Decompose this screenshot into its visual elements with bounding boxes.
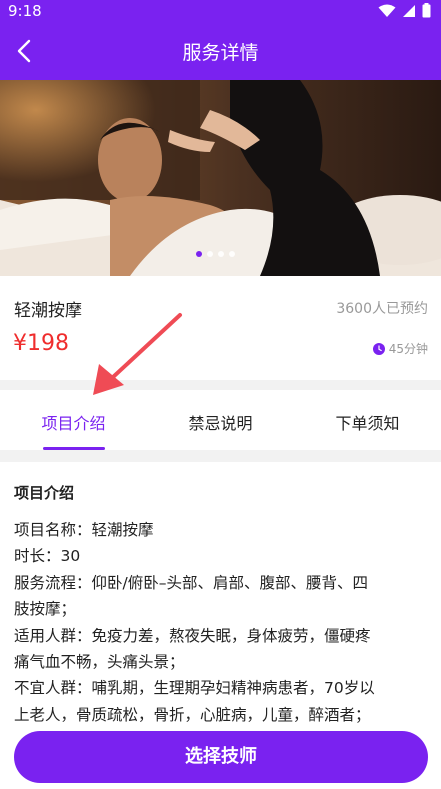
carousel-dot[interactable] bbox=[229, 251, 235, 257]
hero-image bbox=[0, 80, 441, 276]
service-duration: 45分钟 bbox=[372, 340, 428, 357]
carousel-dots bbox=[196, 251, 235, 257]
select-therapist-button[interactable]: 选择技师 bbox=[14, 731, 428, 783]
desc-line: 项目名称：轻潮按摩 bbox=[14, 521, 154, 539]
status-icons bbox=[378, 3, 431, 18]
clock-icon bbox=[372, 342, 385, 355]
wifi-icon bbox=[378, 4, 396, 17]
desc-line: 时长：30 bbox=[14, 547, 81, 566]
desc-line: 服务流程：仰卧/俯卧–头部、肩部、腹部、腰背、四 bbox=[14, 573, 368, 592]
page-title: 服务详情 bbox=[182, 42, 259, 64]
carousel-dot[interactable] bbox=[196, 251, 202, 257]
carousel-dot[interactable] bbox=[207, 251, 213, 257]
desc-line: 不宜人群：哺乳期，生理期孕妇精神病患者，70岁以 bbox=[14, 679, 375, 698]
nav-bar: 服务详情 bbox=[0, 26, 441, 78]
duration-label: 45分钟 bbox=[388, 342, 428, 356]
desc-line: 适用人群：免疫力差，熬夜失眠，身体疲劳，僵硬疼 bbox=[14, 626, 371, 645]
tab-project-intro[interactable]: 项目介绍 bbox=[0, 390, 147, 450]
signal-icon bbox=[403, 4, 415, 17]
hero-carousel[interactable] bbox=[0, 80, 441, 276]
tab-order-notice[interactable]: 下单须知 bbox=[294, 390, 441, 450]
section-title: 项目介绍 bbox=[14, 484, 75, 502]
detail-tabs: 项目介绍 禁忌说明 下单须知 bbox=[0, 390, 441, 450]
status-time: 9:18 bbox=[8, 2, 42, 20]
carousel-dot[interactable] bbox=[218, 251, 224, 257]
service-info-card: 轻潮按摩 3600人已预约 ¥198 45分钟 bbox=[0, 276, 441, 380]
header: 9:18 服务详情 bbox=[0, 0, 441, 80]
service-price: ¥198 bbox=[13, 331, 69, 356]
booked-count: 3600人已预约 bbox=[336, 301, 428, 317]
desc-line: 上老人，骨质疏松，骨折，心脏病，儿童，醉酒者； bbox=[14, 705, 371, 724]
status-bar: 9:18 bbox=[0, 0, 441, 24]
service-name: 轻潮按摩 bbox=[14, 301, 82, 321]
desc-line: 痛气血不畅，头痛头景； bbox=[14, 653, 185, 672]
tab-contraindications[interactable]: 禁忌说明 bbox=[147, 390, 294, 450]
desc-line: 肢按摩； bbox=[14, 600, 77, 619]
battery-icon bbox=[422, 3, 431, 18]
